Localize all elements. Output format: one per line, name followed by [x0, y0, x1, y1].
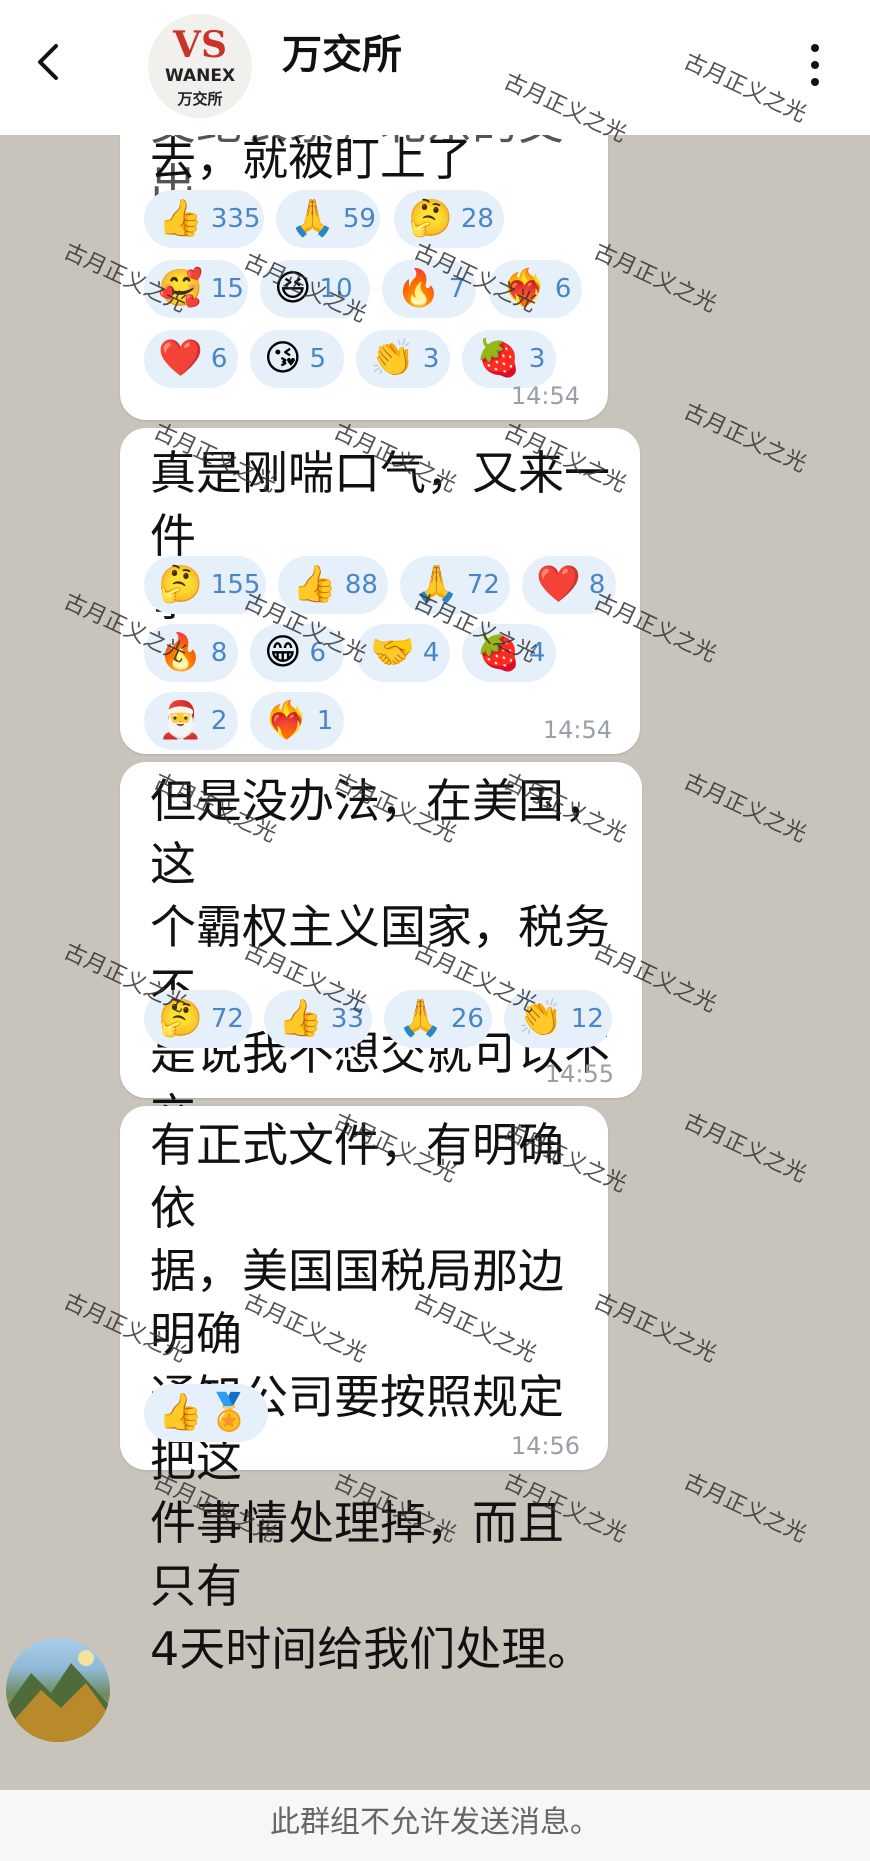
- heart-icon: ❤️: [158, 338, 203, 379]
- reaction-chip[interactable]: 👍 🏅: [144, 1384, 268, 1442]
- reaction-count: 5: [309, 344, 327, 374]
- heart-on-fire-icon: ❤️‍🔥: [264, 700, 309, 741]
- logo-mark: VS: [173, 24, 227, 66]
- mountain-landscape-icon: [6, 1650, 110, 1742]
- logo-english: WANEX: [164, 66, 236, 86]
- reaction-count: 335: [210, 204, 261, 234]
- reaction-chip[interactable]: 🎅 2: [144, 692, 238, 750]
- reaction-count: 26: [450, 1004, 484, 1034]
- reaction-chip[interactable]: ❤️‍🔥 1: [250, 692, 344, 750]
- reaction-count: 4: [422, 638, 440, 668]
- message-time: 14:54: [542, 716, 612, 744]
- medal-icon: 🏅: [206, 1392, 252, 1433]
- clap-icon: 👏: [370, 338, 415, 379]
- reaction-count: 8: [210, 638, 228, 668]
- reaction-chip[interactable]: 🤝 4: [356, 624, 450, 682]
- reaction-count: 88: [344, 570, 378, 600]
- reaction-count: 6: [210, 344, 228, 374]
- thumbs-up-icon: 👍: [158, 198, 203, 239]
- reaction-chip[interactable]: 😘 5: [250, 330, 344, 388]
- reaction-count: 2: [210, 706, 228, 736]
- reaction-count: 28: [460, 204, 494, 234]
- reaction-count: 12: [570, 1004, 604, 1034]
- reaction-chip[interactable]: 🙏 26: [384, 990, 492, 1048]
- reaction-chip[interactable]: 🍓 3: [462, 330, 556, 388]
- santa-icon: 🎅: [158, 700, 203, 741]
- reaction-count: 3: [422, 344, 440, 374]
- thumbs-up-icon: 👍: [158, 1392, 203, 1433]
- heart-icon: ❤️: [536, 564, 581, 605]
- reaction-count: 72: [466, 570, 500, 600]
- logo-chinese: 万交所: [177, 90, 223, 108]
- reaction-count: 6: [554, 274, 572, 304]
- avatar[interactable]: [6, 1638, 110, 1742]
- group-logo[interactable]: VS WANEX 万交所: [148, 14, 252, 118]
- reaction-chip[interactable]: 👍 335: [144, 190, 264, 248]
- reaction-count: 1: [316, 706, 334, 736]
- reaction-chip[interactable]: 👏 3: [356, 330, 450, 388]
- reaction-count: 15: [210, 274, 244, 304]
- reaction-count: 59: [342, 204, 376, 234]
- thinking-icon: 🤔: [158, 564, 203, 605]
- handshake-icon: 🤝: [370, 632, 415, 673]
- send-disabled-notice: 此群组不允许发送消息。: [270, 1805, 600, 1840]
- message-time: 14:55: [544, 1060, 614, 1088]
- chat-title[interactable]: 万交所: [282, 22, 402, 80]
- message-bubble[interactable]: 有正式文件，有明确依 据，美国国税局那边明确 通知公司要按照规定把这 件事情处理…: [120, 1106, 608, 1676]
- message-bubble[interactable]: 真是刚喘口气，又来一件 事 🤔155 👍88 🙏72 ❤️8 🔥8 😁6 🤝4 …: [120, 428, 640, 754]
- reaction-chip[interactable]: 🤔 28: [394, 190, 504, 248]
- composer-disabled-bar: 此群组不允许发送消息。: [0, 1790, 870, 1861]
- message-text: 去，就被盯上了: [150, 132, 472, 186]
- reaction-chip[interactable]: 🙏 59: [276, 190, 380, 248]
- reaction-chip[interactable]: ❤️ 6: [144, 330, 238, 388]
- pray-icon: 🙏: [398, 998, 443, 1039]
- message-time: 14:54: [510, 382, 580, 410]
- message-time: 14:56: [510, 1432, 580, 1460]
- reaction-count: 72: [210, 1004, 244, 1034]
- kiss-icon: 😘: [264, 338, 302, 379]
- more-options-icon[interactable]: [800, 40, 830, 90]
- pray-icon: 🙏: [290, 198, 335, 239]
- strawberry-icon: 🍓: [476, 338, 521, 379]
- back-arrow-icon[interactable]: [30, 42, 70, 82]
- reaction-count: 3: [528, 344, 546, 374]
